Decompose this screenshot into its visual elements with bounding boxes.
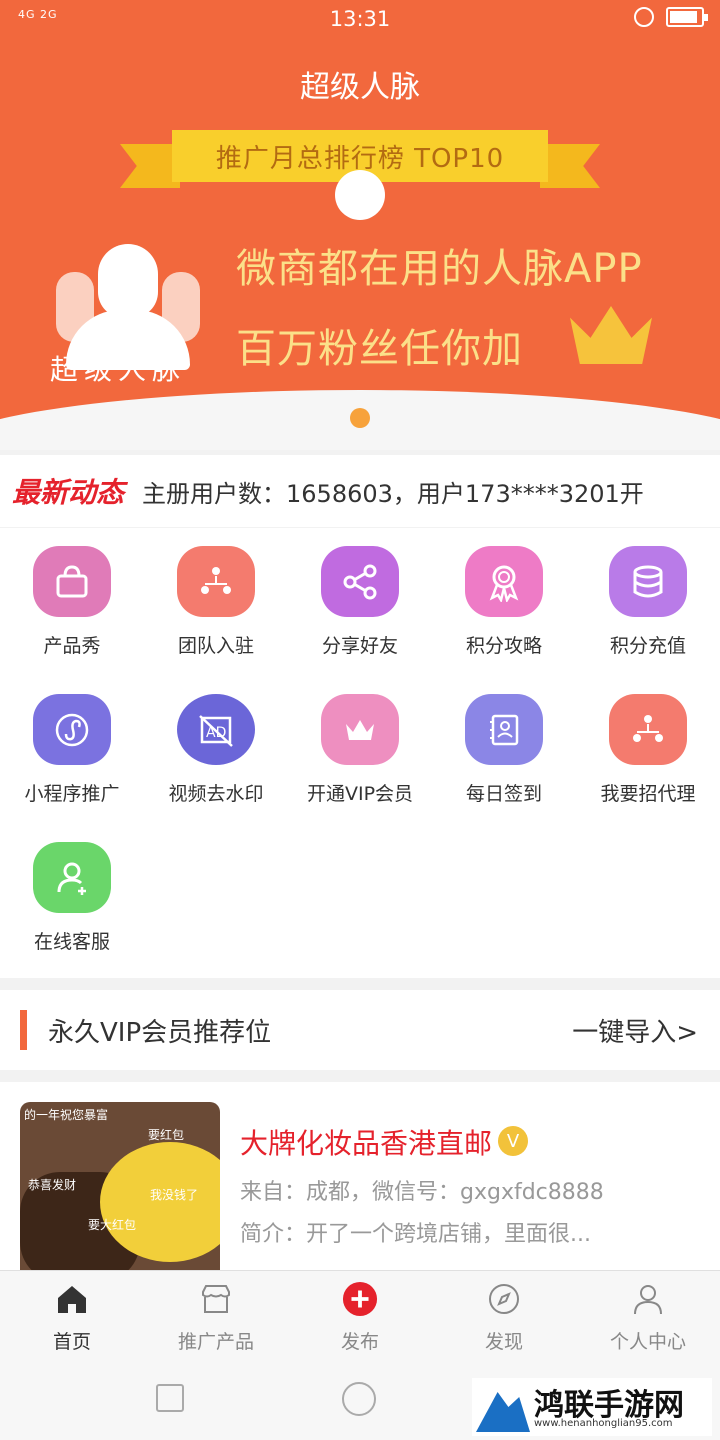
grid-item-label: 开通VIP会员 bbox=[306, 783, 414, 805]
ribbon-tail-left bbox=[120, 144, 180, 188]
grid-item-label: 视频去水印 bbox=[168, 783, 264, 805]
verified-badge: V bbox=[498, 1126, 528, 1156]
section-title: 永久VIP会员推荐位 bbox=[48, 1018, 272, 1048]
carousel-indicator[interactable] bbox=[350, 408, 370, 428]
grid-item-label: 积分充值 bbox=[609, 635, 686, 657]
banner-brand: 超级人脉 bbox=[50, 353, 187, 386]
list-item[interactable]: 的一年祝您暴富 要红包 恭喜发财 我没钱了 要大红包 大牌化妆品香港直邮 V 来… bbox=[0, 1082, 720, 1282]
shop-location-wechat: 来自：成都，微信号：gxgxfdc8888 bbox=[240, 1180, 604, 1205]
tab-promote-products[interactable]: 推广产品 bbox=[144, 1281, 288, 1354]
award-ribbon-icon bbox=[465, 546, 543, 617]
grid-item-label: 产品秀 bbox=[43, 635, 101, 657]
promo-banner[interactable]: 超级人脉 推广月总排行榜 TOP10 超级人脉 微商都在用的人脉APP 百万粉丝… bbox=[0, 38, 720, 450]
shop-name[interactable]: 大牌化妆品香港直邮 bbox=[240, 1122, 492, 1162]
tab-label: 发布 bbox=[340, 1331, 379, 1353]
watermark-logo-icon bbox=[476, 1392, 530, 1432]
grid-item-online-service[interactable]: 在线客服 bbox=[0, 824, 144, 954]
battery-icon bbox=[666, 7, 708, 27]
grid-item-product-show[interactable]: 产品秀 bbox=[0, 528, 144, 658]
grid-item-label: 我要招代理 bbox=[600, 783, 696, 805]
plus-circle-icon bbox=[342, 1281, 378, 1317]
tab-discover[interactable]: 发现 bbox=[432, 1281, 576, 1354]
no-watermark-icon: AD bbox=[177, 694, 255, 765]
checkin-book-icon bbox=[465, 694, 543, 765]
vip-section-header: 永久VIP会员推荐位 一键导入> bbox=[0, 990, 720, 1070]
tab-home[interactable]: 首页 bbox=[0, 1281, 144, 1354]
shopping-bag-icon bbox=[33, 546, 111, 617]
grid-item-label: 在线客服 bbox=[33, 931, 110, 953]
app-screen: 4G 2G 13:31 超级人脉 推广月总排行榜 TOP10 超级人脉 微商都在… bbox=[0, 0, 720, 1440]
grid-item-label: 每日签到 bbox=[465, 783, 542, 805]
rotation-lock-icon bbox=[634, 7, 654, 27]
shop-intro: 简介：开了一个跨境店铺，里面很... bbox=[240, 1222, 591, 1247]
status-bar: 4G 2G 13:31 bbox=[0, 0, 720, 38]
listing-thumbnail[interactable]: 的一年祝您暴富 要红包 恭喜发财 我没钱了 要大红包 bbox=[20, 1102, 220, 1282]
home-button[interactable] bbox=[342, 1382, 376, 1416]
ticker-tag: 最新动态 bbox=[12, 476, 125, 509]
tab-label: 推广产品 bbox=[177, 1331, 254, 1353]
grid-item-recruit-agent[interactable]: 我要招代理 bbox=[576, 676, 720, 806]
grid-item-open-vip[interactable]: 开通VIP会员 bbox=[288, 676, 432, 806]
thumb-caption: 要红包 bbox=[148, 1128, 185, 1142]
grid-item-daily-checkin[interactable]: 每日签到 bbox=[432, 676, 576, 806]
ticker-text: 主册用户数：1658603，用户173****3201开 bbox=[142, 479, 644, 508]
thumb-caption: 要大红包 bbox=[88, 1218, 137, 1232]
team-icon bbox=[177, 546, 255, 617]
coins-stack-icon bbox=[609, 546, 687, 617]
grid-item-mini-program[interactable]: 小程序推广 bbox=[0, 676, 144, 806]
crown-icon bbox=[321, 694, 399, 765]
ribbon-tail-right bbox=[540, 144, 600, 188]
ribbon-badge bbox=[335, 170, 385, 220]
banner-headline-1: 微商都在用的人脉APP bbox=[236, 246, 643, 292]
recent-apps-button[interactable] bbox=[156, 1384, 184, 1412]
store-icon bbox=[198, 1281, 234, 1317]
tab-label: 发现 bbox=[484, 1331, 523, 1353]
section-accent-bar bbox=[20, 1010, 27, 1050]
grid-item-label: 团队入驻 bbox=[177, 635, 254, 657]
one-click-import-link[interactable]: 一键导入> bbox=[572, 1012, 698, 1049]
share-icon bbox=[321, 546, 399, 617]
tab-label: 首页 bbox=[52, 1331, 91, 1353]
agent-network-icon bbox=[609, 694, 687, 765]
tab-label: 个人中心 bbox=[609, 1331, 686, 1353]
grid-item-label: 积分攻略 bbox=[465, 635, 542, 657]
feature-grid: 产品秀 团队入驻 分享好友 积分攻略 积分充值 小程序推广 AD 视频去水印 开… bbox=[0, 528, 720, 978]
banner-headline-2: 百万粉丝任你加 bbox=[236, 326, 523, 372]
customer-service-icon bbox=[33, 842, 111, 913]
tab-profile[interactable]: 个人中心 bbox=[576, 1281, 720, 1354]
grid-item-share-friends[interactable]: 分享好友 bbox=[288, 528, 432, 658]
thumb-caption: 的一年祝您暴富 bbox=[24, 1108, 109, 1122]
signal-indicator: 4G 2G bbox=[18, 8, 58, 21]
home-icon bbox=[54, 1281, 90, 1317]
grid-item-points-recharge[interactable]: 积分充值 bbox=[576, 528, 720, 658]
news-ticker[interactable]: 最新动态 主册用户数：1658603，用户173****3201开 bbox=[0, 455, 720, 527]
site-watermark: 鸿联手游网 www.henanhonglian95.com bbox=[472, 1378, 712, 1436]
crown-icon bbox=[570, 306, 652, 364]
user-icon bbox=[630, 1281, 666, 1317]
tab-publish[interactable]: 发布 bbox=[288, 1281, 432, 1354]
grid-item-points-guide[interactable]: 积分攻略 bbox=[432, 528, 576, 658]
grid-item-label: 分享好友 bbox=[321, 635, 398, 657]
thumb-caption: 恭喜发财 bbox=[28, 1178, 77, 1192]
grid-item-team-join[interactable]: 团队入驻 bbox=[144, 528, 288, 658]
status-time: 13:31 bbox=[329, 7, 391, 31]
watermark-url: www.henanhonglian95.com bbox=[534, 1418, 673, 1429]
compass-icon bbox=[486, 1281, 522, 1317]
grid-item-remove-watermark[interactable]: AD 视频去水印 bbox=[144, 676, 288, 806]
mini-program-icon bbox=[33, 694, 111, 765]
bottom-tab-bar: 首页 推广产品 发布 发现 个人中心 bbox=[0, 1270, 720, 1360]
grid-item-label: 小程序推广 bbox=[24, 783, 120, 805]
thumb-caption: 我没钱了 bbox=[150, 1188, 199, 1202]
page-title: 超级人脉 bbox=[300, 70, 420, 105]
status-icons bbox=[634, 7, 708, 27]
